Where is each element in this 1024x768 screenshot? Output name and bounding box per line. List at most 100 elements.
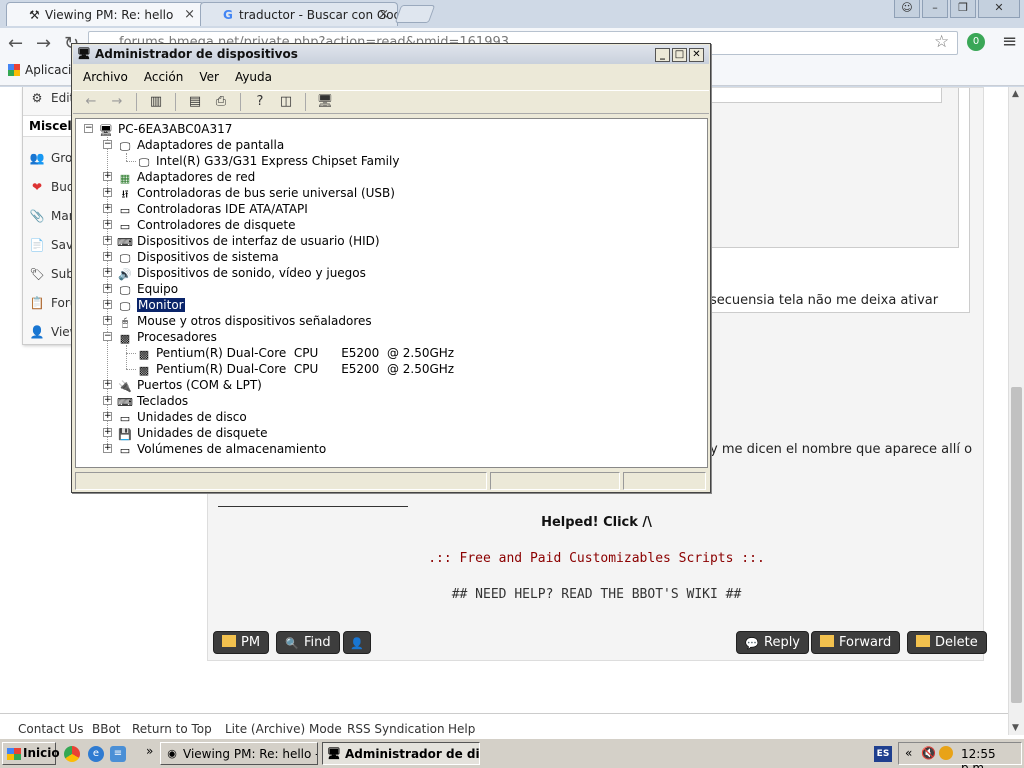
- forward-button[interactable]: Forward: [811, 631, 901, 654]
- new-tab-button[interactable]: [394, 5, 436, 23]
- delete-button[interactable]: Delete: [907, 631, 987, 654]
- taskbar-item-device-manager[interactable]: 🖥 Administrador de dis...: [322, 742, 480, 765]
- view-icon[interactable]: ◫: [276, 93, 296, 111]
- expand-icon[interactable]: +: [103, 300, 112, 309]
- footer-link-bbot[interactable]: BBot: [92, 722, 121, 736]
- tree-category[interactable]: − 🖵 Adaptadores de pantalla: [103, 137, 284, 153]
- scroll-thumb[interactable]: [1011, 387, 1022, 703]
- menu-archivo[interactable]: Archivo: [83, 70, 128, 84]
- signature-scripts-link[interactable]: .:: Free and Paid Customizables Scripts …: [208, 551, 985, 566]
- tree-category[interactable]: + ⌨ Teclados: [103, 393, 188, 409]
- tree-root[interactable]: − 🖥 PC-6EA3ABC0A317: [84, 121, 232, 137]
- menu-accion[interactable]: Acción: [144, 70, 183, 84]
- extension-icon[interactable]: 0: [967, 33, 985, 51]
- expand-icon[interactable]: +: [103, 380, 112, 389]
- tab-viewing-pm[interactable]: ⚒ Viewing PM: Re: hello ×: [6, 2, 204, 26]
- internet-explorer-icon[interactable]: e: [88, 746, 104, 762]
- minimize-button[interactable]: _: [655, 48, 670, 62]
- profile-button[interactable]: 👤: [343, 631, 371, 654]
- collapse-icon[interactable]: −: [103, 332, 112, 341]
- tree-device[interactable]: ▩ Pentium(R) Dual-Core CPU E5200 @ 2.50GH…: [136, 361, 454, 377]
- expand-icon[interactable]: +: [103, 268, 112, 277]
- menu-ver[interactable]: Ver: [199, 70, 219, 84]
- language-indicator[interactable]: ES: [874, 746, 892, 762]
- footer-link-top[interactable]: Return to Top: [132, 722, 212, 736]
- expand-icon[interactable]: +: [103, 236, 112, 245]
- tree-category[interactable]: + 🔊 Dispositivos de sonido, vídeo y juego…: [103, 265, 366, 281]
- back-arrow-icon[interactable]: ←: [8, 33, 23, 54]
- page-scrollbar[interactable]: ▲ ▼: [1008, 87, 1024, 735]
- forward-arrow-icon[interactable]: →: [107, 93, 127, 111]
- expand-icon[interactable]: +: [103, 396, 112, 405]
- footer-link-contact[interactable]: Contact Us: [18, 722, 84, 736]
- tree-category[interactable]: + 🖵 Dispositivos de sistema: [103, 249, 279, 265]
- show-hide-tree-icon[interactable]: ▥: [146, 93, 166, 111]
- close-button[interactable]: ✕: [689, 48, 704, 62]
- tree-category[interactable]: + ▭ Unidades de disco: [103, 409, 247, 425]
- scroll-down-arrow-icon[interactable]: ▼: [1012, 723, 1019, 733]
- expand-icon[interactable]: +: [103, 220, 112, 229]
- tab-traductor[interactable]: G traductor - Buscar con Googl ×: [200, 2, 398, 26]
- tree-device[interactable]: ▩ Pentium(R) Dual-Core CPU E5200 @ 2.50GH…: [136, 345, 454, 361]
- back-arrow-icon[interactable]: ←: [81, 93, 101, 111]
- tree-category[interactable]: + ⌨ Dispositivos de interfaz de usuario (…: [103, 233, 380, 249]
- signature-helped[interactable]: Helped! Click /\: [208, 515, 985, 530]
- forward-arrow-icon[interactable]: →: [36, 33, 51, 54]
- app-icon[interactable]: ≡: [110, 746, 126, 762]
- clock[interactable]: 12:55 p.m.: [961, 747, 1021, 768]
- tree-category[interactable]: + 🖰 Mouse y otros dispositivos señaladore…: [103, 313, 372, 329]
- pm-button[interactable]: PM: [213, 631, 270, 654]
- sidebar-item-edit[interactable]: ⚙ Edit: [29, 91, 75, 105]
- expand-icon[interactable]: +: [103, 188, 112, 197]
- tree-category[interactable]: + ⭿ Controladoras de bus serie universal …: [103, 185, 395, 201]
- volume-icon[interactable]: 🔇: [921, 746, 936, 760]
- footer-link-rss[interactable]: RSS Syndication: [347, 722, 445, 736]
- chrome-icon[interactable]: [64, 746, 80, 762]
- tree-category[interactable]: + 🖵 Equipo: [103, 281, 178, 297]
- expand-icon[interactable]: +: [103, 284, 112, 293]
- minimize-button[interactable]: –: [922, 0, 948, 18]
- user-icon[interactable]: ☺: [894, 0, 920, 18]
- signature-help-link[interactable]: ## NEED HELP? READ THE BBOT'S WIKI ##: [208, 587, 985, 602]
- menu-icon[interactable]: ≡: [1002, 31, 1017, 52]
- expand-icon[interactable]: +: [103, 172, 112, 181]
- find-button[interactable]: 🔍 Find: [276, 631, 340, 654]
- sidebar-item-attachments[interactable]: 📎 Man: [29, 209, 77, 223]
- tree-category[interactable]: + ▭ Controladores de disquete: [103, 217, 296, 233]
- taskbar-item-chrome[interactable]: ◉ Viewing PM: Re: hello - G...: [160, 742, 318, 765]
- tree-category[interactable]: + 🔌 Puertos (COM & LPT): [103, 377, 262, 393]
- expand-icon[interactable]: +: [103, 252, 112, 261]
- start-button[interactable]: Inicio: [2, 742, 60, 765]
- expand-icon[interactable]: +: [103, 204, 112, 213]
- footer-link-help[interactable]: Help: [448, 722, 475, 736]
- collapse-icon[interactable]: −: [84, 124, 93, 133]
- scan-hardware-icon[interactable]: 🖥: [315, 93, 335, 111]
- expand-icon[interactable]: +: [103, 316, 112, 325]
- dialog-title-bar[interactable]: 🖥 Administrador de dispositivos _ □ ✕: [73, 45, 709, 64]
- tree-category[interactable]: − ▩ Procesadores: [103, 329, 217, 345]
- maximize-button[interactable]: ❐: [950, 0, 976, 18]
- tree-category[interactable]: + ▦ Adaptadores de red: [103, 169, 255, 185]
- print-icon[interactable]: ⎙: [211, 93, 231, 111]
- close-window-button[interactable]: ✕: [978, 0, 1020, 18]
- scroll-up-arrow-icon[interactable]: ▲: [1012, 89, 1019, 99]
- close-tab-icon[interactable]: ×: [184, 7, 195, 22]
- tray-expand-icon[interactable]: «: [905, 746, 912, 760]
- help-icon[interactable]: ?: [250, 93, 270, 111]
- collapse-icon[interactable]: −: [103, 140, 112, 149]
- properties-icon[interactable]: ▤: [185, 93, 205, 111]
- expand-icon[interactable]: +: [103, 428, 112, 437]
- menu-ayuda[interactable]: Ayuda: [235, 70, 272, 84]
- expand-icon[interactable]: +: [103, 444, 112, 453]
- reply-button[interactable]: 💬 Reply: [736, 631, 810, 654]
- expand-icon[interactable]: +: [103, 412, 112, 421]
- tray-app-icon[interactable]: [939, 746, 953, 760]
- tree-category[interactable]: + 💾 Unidades de disquete: [103, 425, 267, 441]
- quicklaunch-overflow-icon[interactable]: »: [146, 744, 153, 758]
- tree-category-selected[interactable]: + 🖵 Monitor: [103, 297, 185, 313]
- maximize-button[interactable]: □: [672, 48, 687, 62]
- close-tab-icon[interactable]: ×: [378, 7, 389, 22]
- tree-device[interactable]: 🖵 Intel(R) G33/G31 Express Chipset Family: [136, 153, 400, 169]
- tree-category[interactable]: + ▭ Volúmenes de almacenamiento: [103, 441, 326, 457]
- star-icon[interactable]: ☆: [934, 32, 949, 52]
